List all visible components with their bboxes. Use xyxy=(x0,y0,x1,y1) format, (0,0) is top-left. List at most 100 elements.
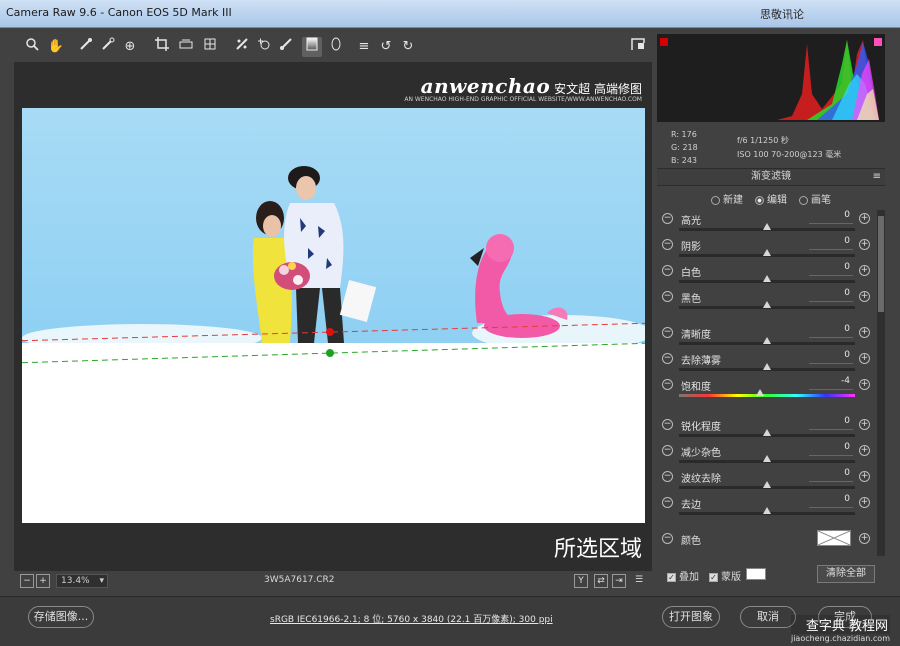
open-image-button[interactable]: 打开图象 xyxy=(662,606,720,628)
slider-saturation[interactable]: − 饱和度 -4 + xyxy=(657,376,879,402)
slider-track[interactable] xyxy=(679,394,855,397)
slider-thumb[interactable] xyxy=(763,275,771,282)
save-image-button[interactable]: 存储图像... xyxy=(28,606,94,628)
crop-tool-icon[interactable] xyxy=(152,37,172,57)
slider-thumb[interactable] xyxy=(763,507,771,514)
fullscreen-toggle-icon[interactable] xyxy=(628,37,648,57)
green-pin-icon[interactable] xyxy=(326,349,334,357)
slider-value[interactable]: 0 xyxy=(809,442,853,456)
straighten-tool-icon[interactable] xyxy=(176,37,196,57)
graduated-filter-tool-icon[interactable] xyxy=(302,37,322,57)
color-swatch[interactable] xyxy=(817,530,851,546)
slider-whites[interactable]: − 白色 0 + xyxy=(657,262,879,288)
minus-icon[interactable]: − xyxy=(662,353,673,364)
image-preview[interactable]: anwenchao 安文超 高端修图 AN WENCHAO HIGH-END GR… xyxy=(14,62,652,571)
color-row[interactable]: − 颜色 + xyxy=(657,530,879,556)
highlight-clipping-icon[interactable] xyxy=(874,38,882,46)
slider-highlights[interactable]: − 高光 0 + xyxy=(657,210,879,236)
slider-value[interactable]: 0 xyxy=(809,494,853,508)
slider-defringe[interactable]: − 去边 0 + xyxy=(657,494,879,520)
slider-value[interactable]: 0 xyxy=(809,416,853,430)
slider-sharpness[interactable]: − 锐化程度 0 + xyxy=(657,416,879,442)
mask-color-swatch[interactable] xyxy=(746,568,766,580)
slider-blacks[interactable]: − 黑色 0 + xyxy=(657,288,879,314)
red-eye-tool-icon[interactable] xyxy=(254,37,274,57)
minus-icon[interactable]: − xyxy=(662,239,673,250)
minus-icon[interactable]: − xyxy=(662,533,673,544)
scrollbar-thumb[interactable] xyxy=(878,216,884,312)
adjustment-brush-tool-icon[interactable] xyxy=(276,37,296,57)
slider-clarity[interactable]: − 清晰度 0 + xyxy=(657,324,879,350)
mode-brush-radio[interactable]: 画笔 xyxy=(799,191,831,206)
slider-value[interactable]: -4 xyxy=(809,376,853,390)
zoom-level-select[interactable]: 13.4% ▾ xyxy=(56,574,108,588)
before-after-y-button[interactable]: Y xyxy=(574,574,588,588)
plus-icon[interactable]: + xyxy=(859,419,870,430)
mask-checkbox[interactable]: ✓ 蒙版 xyxy=(709,568,741,583)
plus-icon[interactable]: + xyxy=(859,265,870,276)
plus-icon[interactable]: + xyxy=(859,497,870,508)
slider-thumb[interactable] xyxy=(763,481,771,488)
slider-value[interactable]: 0 xyxy=(809,350,853,364)
red-pin-icon[interactable] xyxy=(326,328,334,336)
before-after-swap-button[interactable]: ⇄ xyxy=(594,574,608,588)
slider-thumb[interactable] xyxy=(763,429,771,436)
panel-menu-icon[interactable]: ≡ xyxy=(873,169,881,185)
plus-icon[interactable]: + xyxy=(859,213,870,224)
slider-value[interactable]: 0 xyxy=(809,210,853,224)
workflow-options-link[interactable]: sRGB IEC61966-2.1; 8 位; 5760 x 3840 (22.… xyxy=(270,612,553,625)
slider-value[interactable]: 0 xyxy=(809,288,853,302)
plus-icon[interactable]: + xyxy=(859,533,870,544)
overlay-checkbox[interactable]: ✓ 叠加 xyxy=(667,568,699,583)
slider-value[interactable]: 0 xyxy=(809,262,853,276)
slider-thumb[interactable] xyxy=(763,363,771,370)
cancel-button[interactable]: 取消 xyxy=(740,606,796,628)
minus-icon[interactable]: − xyxy=(662,445,673,456)
plus-icon[interactable]: + xyxy=(859,291,870,302)
minus-icon[interactable]: − xyxy=(662,419,673,430)
slider-value[interactable]: 0 xyxy=(809,468,853,482)
color-sampler-tool-icon[interactable] xyxy=(98,37,118,57)
minus-icon[interactable]: − xyxy=(662,213,673,224)
zoom-tool-icon[interactable] xyxy=(22,37,42,57)
clear-all-button[interactable]: 清除全部 xyxy=(817,565,875,583)
mode-edit-radio[interactable]: 编辑 xyxy=(755,191,787,206)
rotate-left-icon[interactable]: ↺ xyxy=(376,37,396,57)
transform-tool-icon[interactable] xyxy=(200,37,220,57)
slider-dehaze[interactable]: − 去除薄雾 0 + xyxy=(657,350,879,376)
before-after-copy-button[interactable]: ⇥ xyxy=(612,574,626,588)
slider-thumb[interactable] xyxy=(763,337,771,344)
zoom-out-button[interactable]: − xyxy=(20,574,34,588)
minus-icon[interactable]: − xyxy=(662,471,673,482)
slider-thumb[interactable] xyxy=(763,223,771,230)
spot-removal-tool-icon[interactable] xyxy=(232,37,252,57)
slider-shadows[interactable]: − 阴影 0 + xyxy=(657,236,879,262)
panel-scrollbar[interactable] xyxy=(877,210,885,556)
gradient-guides[interactable] xyxy=(22,108,645,523)
minus-icon[interactable]: − xyxy=(662,327,673,338)
slider-value[interactable]: 0 xyxy=(809,236,853,250)
minus-icon[interactable]: − xyxy=(662,497,673,508)
plus-icon[interactable]: + xyxy=(859,379,870,390)
plus-icon[interactable]: + xyxy=(859,445,870,456)
zoom-in-button[interactable]: + xyxy=(36,574,50,588)
mode-new-radio[interactable]: 新建 xyxy=(711,191,743,206)
photo-canvas[interactable] xyxy=(22,108,645,523)
minus-icon[interactable]: − xyxy=(662,379,673,390)
shadow-clipping-icon[interactable] xyxy=(660,38,668,46)
rotate-right-icon[interactable]: ↻ xyxy=(398,37,418,57)
slider-moire-reduction[interactable]: − 波纹去除 0 + xyxy=(657,468,879,494)
white-balance-tool-icon[interactable] xyxy=(76,37,96,57)
slider-value[interactable]: 0 xyxy=(809,324,853,338)
plus-icon[interactable]: + xyxy=(859,327,870,338)
hand-tool-icon[interactable]: ✋ xyxy=(46,37,66,57)
preferences-list-icon[interactable]: ≡ xyxy=(354,37,374,57)
slider-thumb[interactable] xyxy=(756,389,764,396)
minus-icon[interactable]: − xyxy=(662,291,673,302)
slider-thumb[interactable] xyxy=(763,455,771,462)
slider-noise-reduction[interactable]: − 减少杂色 0 + xyxy=(657,442,879,468)
settings-sliders-icon[interactable]: ☰ xyxy=(632,574,646,588)
minus-icon[interactable]: − xyxy=(662,265,673,276)
slider-thumb[interactable] xyxy=(763,249,771,256)
slider-thumb[interactable] xyxy=(763,301,771,308)
